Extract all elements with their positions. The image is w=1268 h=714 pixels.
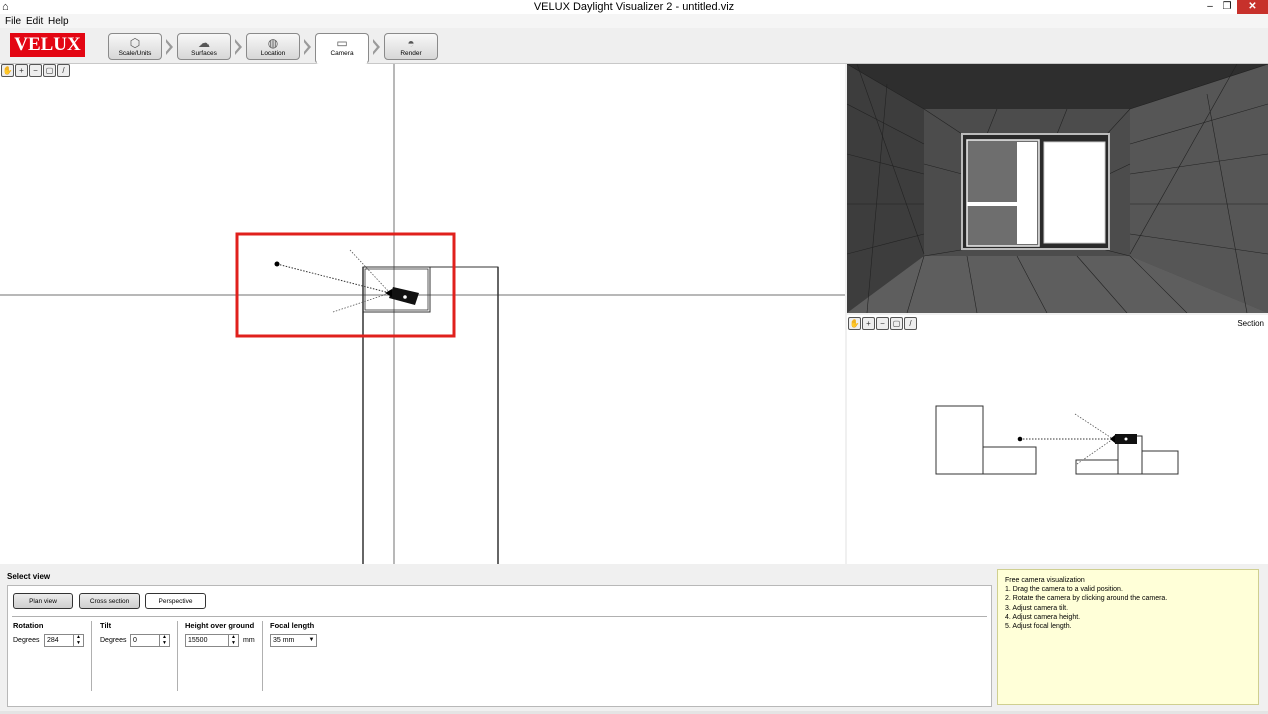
perspective-view[interactable] — [847, 64, 1268, 313]
step-arrow-icon — [234, 39, 242, 55]
title-bar: ⌂ VELUX Daylight Visualizer 2 - untitled… — [0, 0, 1268, 14]
tilt-title: Tilt — [100, 621, 112, 630]
step-surfaces[interactable]: ☁ Surfaces — [177, 33, 231, 60]
plan-view-button[interactable]: Plan view — [13, 593, 73, 609]
dropdown-arrow-icon[interactable]: ▼ — [307, 635, 316, 646]
info-step: 4. Adjust camera height. — [1005, 613, 1081, 621]
step-location[interactable]: ◍ Location — [246, 33, 300, 60]
close-button[interactable]: ✕ — [1237, 0, 1268, 14]
window-title: VELUX Daylight Visualizer 2 - untitled.v… — [533, 1, 735, 13]
step-render[interactable]: ◓ Render — [384, 33, 438, 60]
select-view-label: Select view — [7, 572, 51, 581]
step-arrow-icon — [165, 39, 173, 55]
minimize-button[interactable]: – — [1203, 0, 1217, 14]
info-title: Free camera visualization — [1005, 577, 1085, 584]
fov-line-left — [349, 249, 391, 294]
info-step: 2. Rotate the camera by clicking around … — [1005, 595, 1168, 603]
cross-section-button[interactable]: Cross section — [79, 593, 140, 609]
window-pane-right — [1043, 141, 1106, 244]
scale-icon: ⬡ — [129, 36, 141, 50]
tilt-stepper[interactable]: 0 ▲ ▼ — [130, 634, 170, 647]
divider — [91, 621, 92, 691]
wizard-toolbar: VELUX ⬡ Scale/Units ☁ Surfaces ◍ Locatio… — [0, 28, 1268, 64]
step-arrow-icon — [372, 39, 380, 55]
info-step: 3. Adjust camera tilt. — [1005, 604, 1069, 612]
rotation-stepper[interactable]: 284 ▲ ▼ — [44, 634, 84, 647]
maximize-button[interactable]: ❐ — [1220, 0, 1234, 14]
section-drawing — [935, 405, 1179, 475]
camera-icon: ▭ — [336, 36, 348, 50]
step-arrow-icon — [303, 39, 311, 55]
perspective-button[interactable]: Perspective — [145, 593, 206, 609]
rotation-title: Rotation — [13, 621, 44, 630]
globe-icon: ◍ — [267, 36, 279, 50]
menu-file[interactable]: File — [5, 16, 21, 27]
tilt-unit-label: Degrees — [100, 637, 127, 644]
height-unit: mm — [243, 637, 255, 644]
info-step: 1. Drag the camera to a valid position. — [1005, 586, 1123, 594]
velux-logo: VELUX — [10, 33, 85, 57]
height-title: Height over ground — [185, 621, 255, 630]
divider — [177, 621, 178, 691]
height-value: 15500 — [188, 637, 208, 644]
help-info-box: Free camera visualization 1. Drag the ca… — [997, 569, 1259, 705]
camera-highlight-box — [235, 232, 456, 338]
fov-line-right — [332, 292, 391, 313]
view-settings-box: Plan view Cross section Perspective Rota… — [7, 585, 992, 707]
section-building-tall — [935, 405, 984, 475]
spin-arrows-icon[interactable]: ▲ ▼ — [159, 634, 169, 646]
perspective-render — [847, 64, 1268, 313]
rotation-value: 284 — [47, 637, 59, 644]
step-scale-units[interactable]: ⬡ Scale/Units — [108, 33, 162, 60]
section-view-canvas[interactable]: ✋ + − ▢ / Section — [847, 315, 1268, 564]
camera-settings-panel: Select view Plan view Cross section Pers… — [0, 565, 1268, 714]
plan-view-canvas[interactable]: ✋ + − ▢ / — [0, 64, 845, 564]
render-icon: ◓ — [407, 36, 415, 50]
menu-edit[interactable]: Edit — [26, 16, 43, 27]
spin-arrows-icon[interactable]: ▲ ▼ — [228, 634, 238, 646]
spin-arrows-icon[interactable]: ▲ ▼ — [73, 634, 83, 646]
camera-target-point — [274, 261, 280, 267]
height-stepper[interactable]: 15500 ▲ ▼ — [185, 634, 239, 647]
step-camera[interactable]: ▭ Camera — [315, 33, 369, 64]
focal-length-select[interactable]: 35 mm ▼ — [270, 634, 317, 647]
plan-drawing — [0, 64, 845, 564]
camera-target-line — [276, 263, 391, 294]
focal-length-value: 35 mm — [273, 637, 295, 644]
info-step: 5. Adjust focal length. — [1005, 623, 1072, 631]
palette-icon: ☁ — [198, 36, 210, 50]
menu-bar: File Edit Help — [0, 14, 1268, 28]
rotation-unit-label: Degrees — [13, 637, 40, 644]
divider — [262, 621, 263, 691]
focal-length-title: Focal length — [270, 621, 315, 630]
divider — [12, 616, 987, 617]
menu-help[interactable]: Help — [48, 16, 69, 27]
tilt-value: 0 — [133, 637, 137, 644]
